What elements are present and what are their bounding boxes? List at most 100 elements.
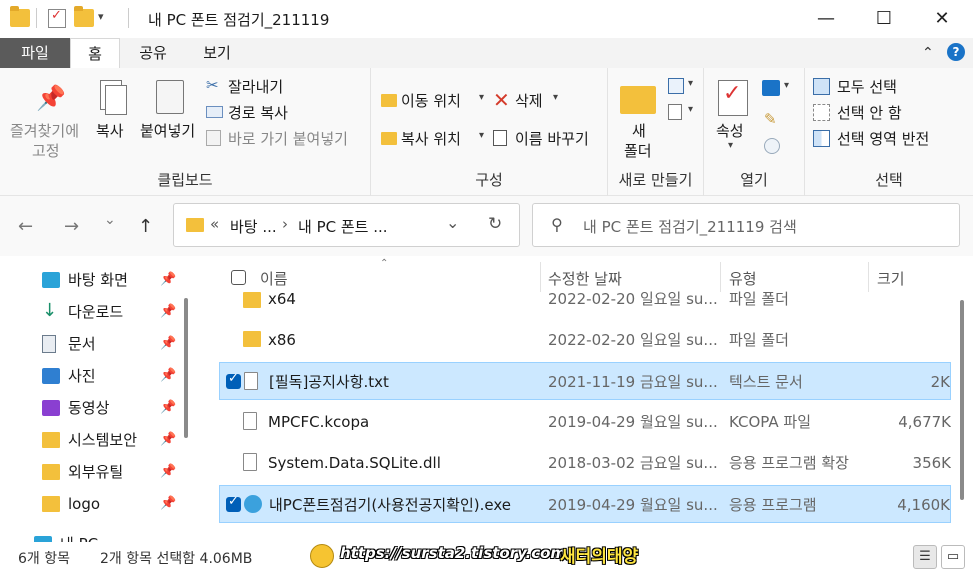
properties-button[interactable]: ✓ 속성 ▾ [714, 78, 754, 164]
organize-group-label: 구성 [475, 171, 503, 189]
breadcrumb-desktop[interactable]: 바탕 ... [230, 216, 277, 237]
clipboard-group-label: 클립보드 [157, 171, 213, 189]
file-list-scrollbar[interactable] [960, 300, 964, 500]
sort-indicator-icon: ⌃ [380, 258, 389, 269]
address-dropdown-button[interactable]: ⌄ [446, 213, 459, 232]
file-type: 텍스트 문서 [729, 373, 803, 391]
table-row[interactable]: [필독]공지사항.txt 2021-11-19 금요일 su... 텍스트 문서… [219, 362, 951, 400]
history-button[interactable] [764, 138, 784, 158]
sidebar-item-system-security[interactable]: 시스템보안 📌 [42, 424, 182, 456]
breadcrumb-overflow[interactable]: « [210, 215, 219, 233]
forward-button[interactable]: → [64, 216, 79, 237]
pin-icon: 📌 [160, 432, 177, 447]
paste-icon [156, 80, 184, 114]
open-button[interactable]: ▾ [762, 80, 798, 100]
pin-label-line1: 즐겨찾기에 [10, 122, 80, 140]
desktop-icon [42, 272, 60, 288]
maximize-button[interactable]: ☐ [855, 0, 913, 38]
file-name: System.Data.SQLite.dll [268, 454, 441, 472]
sidebar-item-label: 시스템보안 [68, 431, 138, 449]
new-group-label: 새로 만들기 [618, 171, 693, 189]
table-row[interactable]: x64 2022-02-20 일요일 su... 파일 폴더 [219, 290, 951, 310]
search-box[interactable]: ⚲ 내 PC 폰트 점검기_211119 검색 [532, 203, 960, 247]
table-row[interactable]: 내PC폰트점검기(사용전공지확인).exe 2019-04-29 월요일 su.… [219, 485, 951, 523]
pin-icon: 📌 [36, 84, 66, 112]
edit-button[interactable]: ✎ [764, 110, 784, 130]
close-button[interactable]: ✕ [913, 0, 971, 38]
sidebar-item-logo[interactable]: logo 📌 [42, 488, 182, 520]
new-folder-button[interactable]: 새 폴더 [616, 78, 660, 160]
tab-share[interactable]: 공유 [124, 38, 182, 68]
select-all-checkbox[interactable] [231, 270, 246, 285]
large-icons-view-button[interactable]: ▭ [941, 545, 965, 569]
file-modified: 2022-02-20 일요일 su... [548, 290, 718, 308]
paste-button[interactable]: 붙여넣기 [138, 76, 204, 146]
properties-icon: ✓ [718, 80, 748, 116]
up-button[interactable]: ↑ [138, 216, 153, 237]
sidebar-item-label: 문서 [68, 335, 96, 353]
row-checkbox[interactable] [226, 494, 241, 512]
recent-locations-button[interactable]: ⌄ [104, 212, 116, 228]
file-type: 파일 폴더 [729, 331, 789, 349]
back-button[interactable]: ← [18, 216, 33, 237]
table-row[interactable]: x86 2022-02-20 일요일 su... 파일 폴더 [219, 321, 951, 359]
column-header-name[interactable]: 이름 [260, 268, 288, 289]
breadcrumb-separator[interactable]: › [282, 215, 288, 233]
collapse-ribbon-icon[interactable]: ⌃ [922, 45, 934, 61]
column-divider[interactable] [868, 262, 869, 292]
item-count: 6개 항목 [18, 551, 70, 567]
copy-path-label: 경로 복사 [228, 104, 288, 122]
move-to-dropdown-icon: ▾ [479, 92, 485, 103]
copy-label: 복사 [96, 122, 124, 140]
file-name: x86 [268, 331, 296, 349]
file-name: MPCFC.kcopa [268, 413, 370, 431]
sidebar-item-this-pc[interactable]: 내 PC [34, 528, 174, 542]
column-divider[interactable] [540, 262, 541, 292]
delete-dropdown-icon: ▾ [553, 92, 559, 103]
rename-label: 이름 바꾸기 [515, 130, 589, 148]
table-row[interactable]: MPCFC.kcopa 2019-04-29 월요일 su... KCOPA 파… [219, 403, 951, 441]
column-header-size[interactable]: 크기 [877, 268, 905, 289]
column-divider[interactable] [720, 262, 721, 292]
address-bar[interactable]: « 바탕 ... › 내 PC 폰트 ... ⌄ ↻ [173, 203, 520, 247]
file-modified: 2019-04-29 월요일 su... [548, 413, 718, 431]
new-folder-quick-icon[interactable] [74, 6, 94, 27]
rename-icon [493, 130, 507, 146]
copy-button[interactable]: 복사 [92, 76, 134, 146]
help-icon[interactable]: ? [947, 43, 965, 61]
tab-file[interactable]: 파일 [0, 38, 70, 68]
sidebar-item-desktop[interactable]: 바탕 화면 📌 [42, 264, 182, 296]
properties-quick-icon[interactable]: ✓ [48, 8, 66, 28]
folder-icon [42, 432, 60, 448]
document-icon [42, 335, 56, 353]
table-row[interactable]: System.Data.SQLite.dll 2018-03-02 금요일 su… [219, 444, 951, 482]
breadcrumb-current-folder[interactable]: 내 PC 폰트 ... [298, 216, 388, 237]
customize-quick-access-icon[interactable]: ▾ [98, 10, 104, 23]
sidebar-item-videos[interactable]: 동영상 📌 [42, 392, 182, 424]
search-placeholder: 내 PC 폰트 점검기_211119 검색 [583, 218, 797, 236]
column-header-modified[interactable]: 수정한 날짜 [548, 268, 622, 289]
open-group: ✓ 속성 ▾ ▾ ✎ 열기 [704, 68, 805, 196]
pin-to-quick-access-button[interactable]: 📌 즐겨찾기에 고정 [6, 76, 90, 166]
pin-icon: 📌 [160, 464, 177, 479]
tab-view[interactable]: 보기 [186, 38, 248, 68]
easy-access-dropdown-icon: ▾ [688, 104, 694, 115]
sidebar-item-external-utils[interactable]: 외부유틸 📌 [42, 456, 182, 488]
easy-access-button[interactable]: ▾ [668, 104, 698, 124]
row-checkbox[interactable] [226, 371, 241, 389]
refresh-button[interactable]: ↻ [488, 214, 502, 234]
pin-icon: 📌 [160, 368, 177, 383]
column-header-type[interactable]: 유형 [729, 268, 757, 289]
pin-icon: 📌 [160, 496, 177, 511]
sidebar-scrollbar[interactable] [184, 298, 188, 438]
new-item-button[interactable]: ▾ [668, 78, 698, 98]
sidebar-item-label: 동영상 [68, 399, 110, 417]
details-view-button[interactable]: ☰ [913, 545, 937, 569]
sidebar-item-label: 다운로드 [68, 303, 124, 321]
file-name: [필독]공지사항.txt [269, 373, 389, 391]
sidebar-item-pictures[interactable]: 사진 📌 [42, 360, 182, 392]
minimize-button[interactable]: — [797, 0, 855, 38]
tab-home[interactable]: 홈 [70, 38, 120, 68]
sidebar-item-documents[interactable]: 문서 📌 [42, 328, 182, 360]
sidebar-item-downloads[interactable]: ↓ 다운로드 📌 [42, 296, 182, 328]
